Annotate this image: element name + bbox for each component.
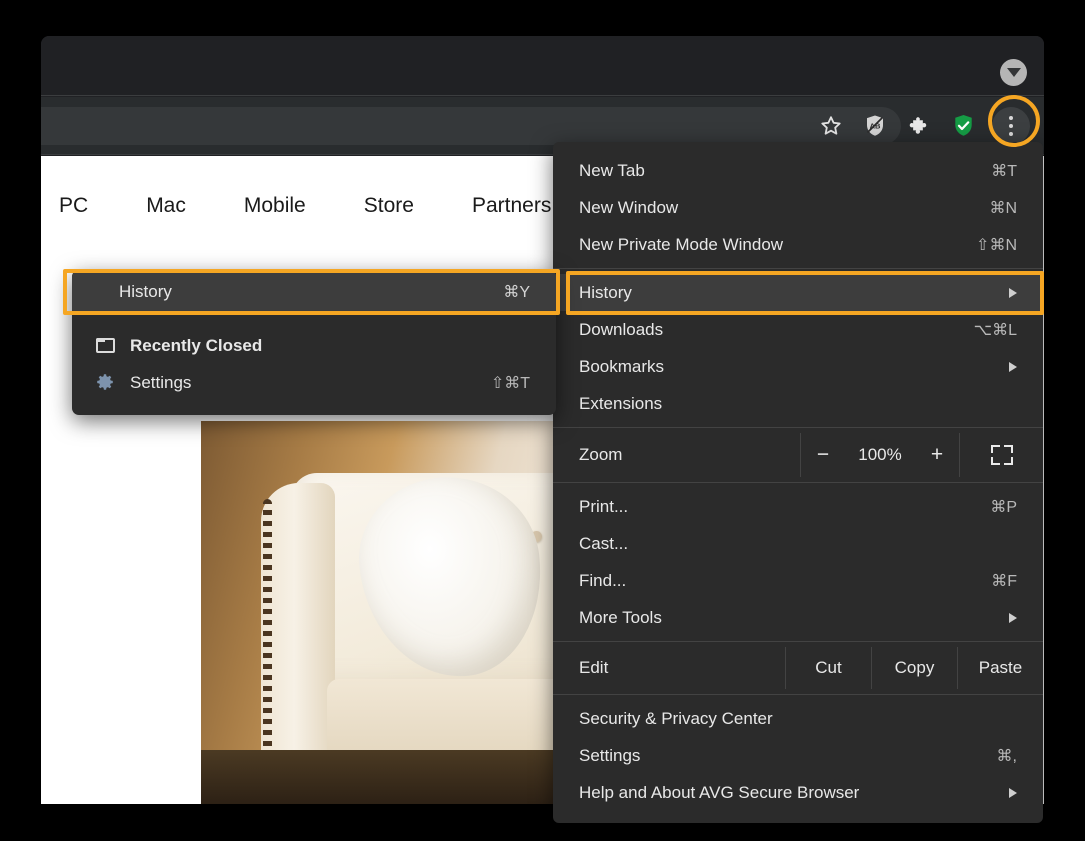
submenu-item-shortcut: ⇧⌘T xyxy=(491,373,530,393)
menu-item-shortcut: ⌥⌘L xyxy=(974,320,1017,340)
chevron-down-icon xyxy=(1007,68,1021,77)
menu-item-label: Cast... xyxy=(579,534,1017,554)
security-shield-check-icon[interactable] xyxy=(948,111,978,141)
three-dot-menu-button[interactable] xyxy=(992,107,1030,145)
menu-item-security-privacy-center[interactable]: Security & Privacy Center xyxy=(553,700,1043,737)
gear-icon xyxy=(90,373,120,393)
menu-separator xyxy=(553,694,1043,695)
menu-item-label: Help and About AVG Secure Browser xyxy=(579,783,989,803)
bookmark-star-icon[interactable] xyxy=(816,111,846,141)
zoom-out-button[interactable]: − xyxy=(814,443,832,467)
menu-item-shortcut: ⌘N xyxy=(989,198,1017,218)
menu-item-downloads[interactable]: Downloads ⌥⌘L xyxy=(553,311,1043,348)
cut-button[interactable]: Cut xyxy=(785,647,871,689)
fullscreen-icon xyxy=(991,445,1013,465)
site-nav-item-mac[interactable]: Mac xyxy=(146,194,186,218)
submenu-item-settings[interactable]: Settings ⇧⌘T xyxy=(72,364,556,401)
menu-item-more-tools[interactable]: More Tools xyxy=(553,599,1043,636)
menu-item-bookmarks[interactable]: Bookmarks xyxy=(553,348,1043,385)
menu-separator xyxy=(553,268,1043,269)
menu-item-new-private-mode-window[interactable]: New Private Mode Window ⇧⌘N xyxy=(553,226,1043,263)
submenu-item-shortcut: ⌘Y xyxy=(503,282,530,302)
dot xyxy=(1009,124,1013,128)
submenu-item-recently-closed[interactable]: Recently Closed xyxy=(72,327,556,364)
submenu-arrow-icon xyxy=(1009,613,1017,623)
paste-button[interactable]: Paste xyxy=(957,647,1043,689)
zoom-level-value: 100% xyxy=(854,445,906,465)
fullscreen-button[interactable] xyxy=(960,433,1043,477)
menu-item-label: Downloads xyxy=(579,320,954,340)
scroll-down-indicator-icon[interactable] xyxy=(1000,59,1027,86)
menu-item-label: Find... xyxy=(579,571,971,591)
extensions-puzzle-icon[interactable] xyxy=(904,111,934,141)
browser-main-menu: New Tab ⌘T New Window ⌘N New Private Mod… xyxy=(553,142,1043,823)
menu-item-label: New Window xyxy=(579,198,969,218)
menu-item-find[interactable]: Find... ⌘F xyxy=(553,562,1043,599)
menu-item-label: New Private Mode Window xyxy=(579,235,956,255)
submenu-item-label: Settings xyxy=(130,373,491,393)
menu-separator xyxy=(553,482,1043,483)
submenu-item-label: Recently Closed xyxy=(130,336,530,356)
address-bar[interactable] xyxy=(41,107,901,145)
submenu-arrow-icon xyxy=(1009,788,1017,798)
menu-separator xyxy=(553,427,1043,428)
adblock-shield-icon[interactable]: AB xyxy=(860,111,890,141)
menu-separator xyxy=(553,641,1043,642)
zoom-controls: − 100% + xyxy=(800,433,960,477)
menu-item-label: History xyxy=(579,283,989,303)
menu-item-history[interactable]: History xyxy=(553,274,1043,311)
menu-zoom-row: Zoom − 100% + xyxy=(553,433,1043,477)
site-nav-item-mobile[interactable]: Mobile xyxy=(244,194,306,218)
menu-item-label: More Tools xyxy=(579,608,989,628)
menu-item-print[interactable]: Print... ⌘P xyxy=(553,488,1043,525)
menu-item-label: New Tab xyxy=(579,161,971,181)
menu-item-extensions[interactable]: Extensions xyxy=(553,385,1043,422)
zoom-in-button[interactable]: + xyxy=(928,443,946,467)
submenu-arrow-icon xyxy=(1009,288,1017,298)
site-nav-item-pc[interactable]: PC xyxy=(59,194,88,218)
menu-item-help-and-about[interactable]: Help and About AVG Secure Browser xyxy=(553,774,1043,811)
history-submenu: History ⌘Y Recently Closed Settings ⇧⌘T xyxy=(72,270,556,415)
tab-strip xyxy=(41,36,1044,96)
menu-item-shortcut: ⌘T xyxy=(991,161,1017,181)
window-restore-icon xyxy=(90,338,120,353)
submenu-arrow-icon xyxy=(1009,362,1017,372)
menu-item-shortcut: ⌘F xyxy=(991,571,1017,591)
dot xyxy=(1009,116,1013,120)
menu-item-label: Bookmarks xyxy=(579,357,989,377)
menu-item-settings[interactable]: Settings ⌘, xyxy=(553,737,1043,774)
menu-item-label: Settings xyxy=(579,746,977,766)
edit-label: Edit xyxy=(553,647,785,689)
menu-item-shortcut: ⇧⌘N xyxy=(976,235,1017,255)
zoom-label: Zoom xyxy=(553,433,800,477)
menu-item-shortcut: ⌘, xyxy=(997,746,1017,766)
dot xyxy=(1009,132,1013,136)
menu-item-label: Print... xyxy=(579,497,970,517)
copy-button[interactable]: Copy xyxy=(871,647,957,689)
menu-edit-row: Edit Cut Copy Paste xyxy=(553,647,1043,689)
site-nav-item-partners[interactable]: Partners xyxy=(472,194,551,218)
menu-item-shortcut: ⌘P xyxy=(990,497,1017,517)
menu-item-label: Security & Privacy Center xyxy=(579,709,1017,729)
submenu-item-history[interactable]: History ⌘Y xyxy=(72,270,556,314)
screenshot-root: AB xyxy=(0,0,1085,841)
menu-item-new-tab[interactable]: New Tab ⌘T xyxy=(553,152,1043,189)
menu-item-new-window[interactable]: New Window ⌘N xyxy=(553,189,1043,226)
menu-item-cast[interactable]: Cast... xyxy=(553,525,1043,562)
site-nav-item-store[interactable]: Store xyxy=(364,194,414,218)
menu-item-label: Extensions xyxy=(579,394,1017,414)
submenu-item-label: History xyxy=(119,282,503,302)
submenu-spacer xyxy=(72,314,556,327)
